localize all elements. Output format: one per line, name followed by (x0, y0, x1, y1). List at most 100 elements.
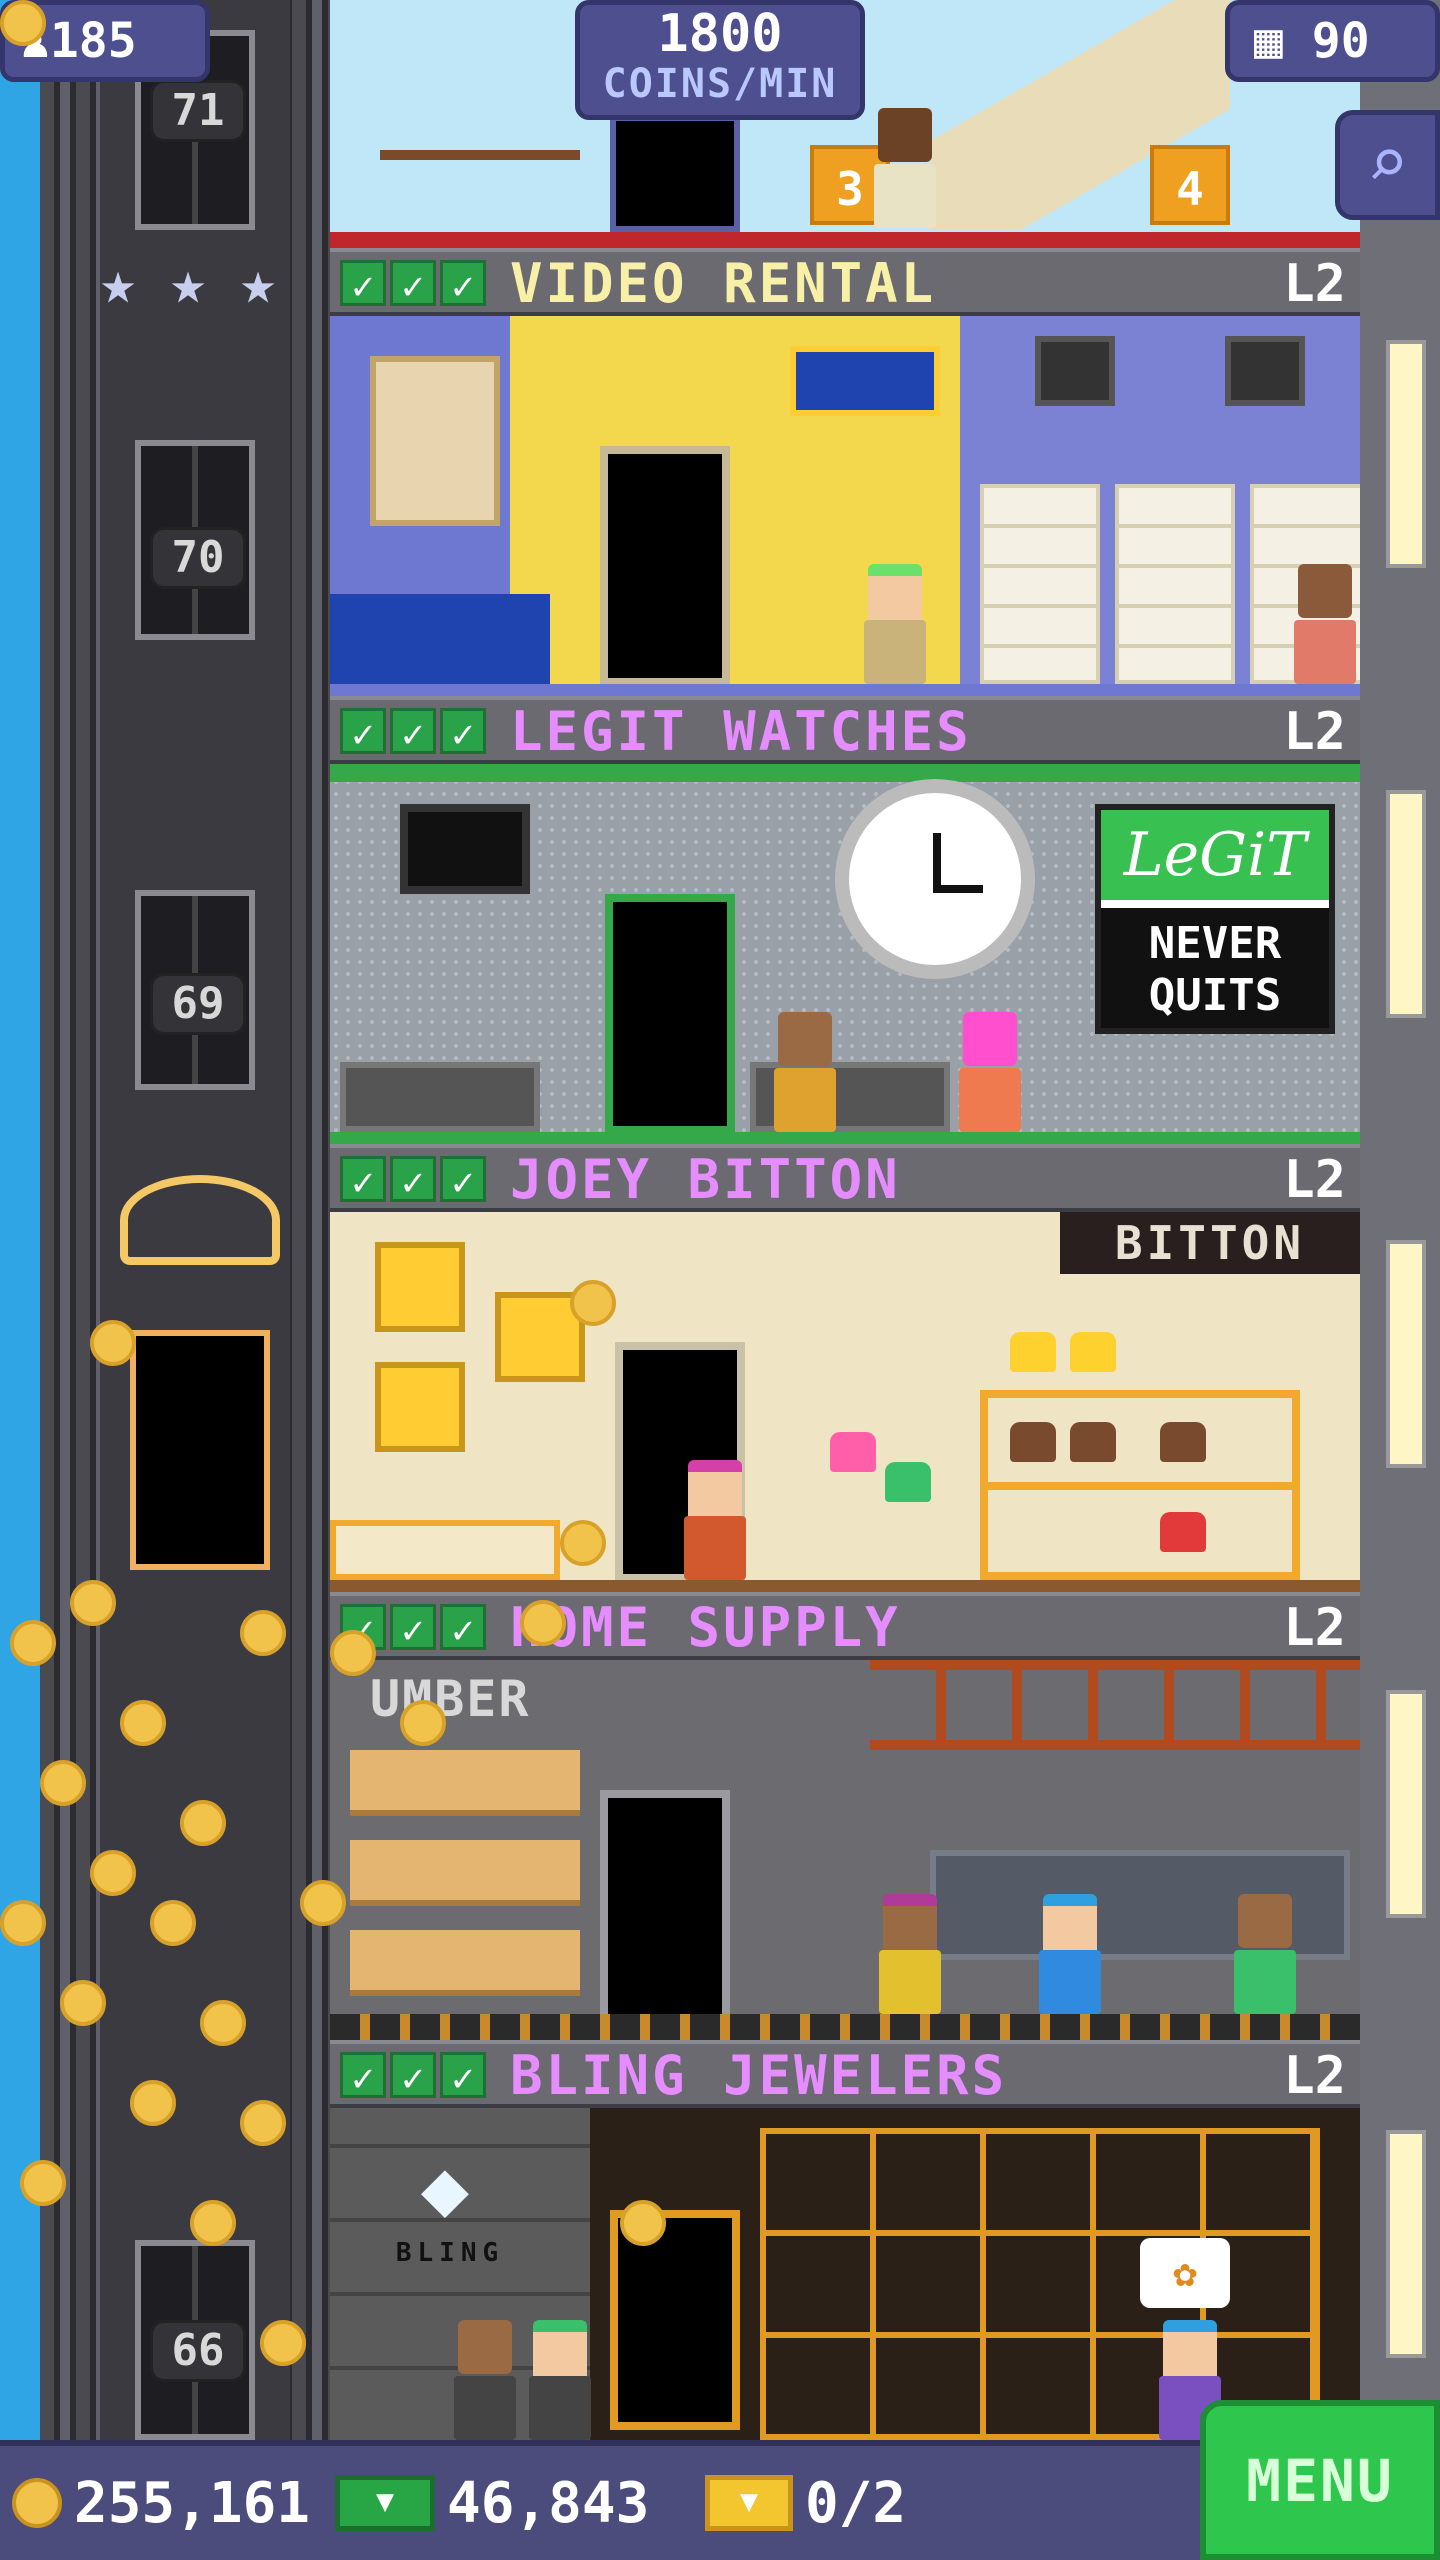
coin-icon (520, 1600, 566, 1646)
display-counter (330, 1520, 560, 1580)
coin-icon (240, 1610, 286, 1656)
coins-balance[interactable]: 255,161 (12, 2446, 310, 2560)
floor-home-supply[interactable]: ✓ ✓ ✓ HOME SUPPLY L2 UMBER (330, 1592, 1360, 2040)
check-icon: ✓ (390, 2052, 436, 2100)
stock-checks: ✓ ✓ ✓ (340, 1156, 486, 1204)
wall-window (1386, 790, 1426, 1018)
coins-per-min: 1800 COINS/MIN (575, 0, 865, 120)
conveyor-floor (330, 2014, 1360, 2040)
room-door (605, 894, 735, 1134)
bitizen[interactable] (870, 108, 940, 228)
bitizen-head (458, 2320, 512, 2374)
bitizen[interactable] (1035, 1894, 1105, 2014)
check-icon: ✓ (390, 1604, 436, 1652)
bitizen-body (1039, 1950, 1101, 2014)
coin-icon (12, 2478, 62, 2528)
bitizen[interactable] (955, 1012, 1025, 1132)
coin-icon (90, 1320, 136, 1366)
bitizen-head (963, 1012, 1017, 1066)
coin-icon (260, 2320, 306, 2366)
wall-window (1386, 1240, 1426, 1468)
legit-tagline-2: QUITS (1148, 970, 1282, 1021)
bitizen[interactable] (770, 1012, 840, 1132)
poster (370, 356, 500, 526)
population-value: 185 (49, 13, 137, 69)
bitizen[interactable] (450, 2320, 520, 2440)
floor-level: L2 (1283, 2046, 1346, 2106)
floor-number: 70 (150, 527, 246, 589)
bitizen-body (774, 1068, 836, 1132)
star-icon: ★ (239, 248, 277, 318)
room-bling-jewelers: ◆ BLING ✿ (330, 2108, 1360, 2440)
floor-header: ✓ ✓ ✓ JOEY BITTON L2 (330, 1144, 1360, 1212)
clock-hand (933, 885, 983, 893)
coins-value: 255,161 (74, 2470, 311, 2536)
check-icon: ✓ (440, 260, 486, 308)
bag-icon (1070, 1422, 1116, 1462)
stock-checks: ✓ ✓ ✓ (340, 708, 486, 756)
check-icon: ✓ (440, 2052, 486, 2100)
bitizen-body (879, 1950, 941, 2014)
bag-icon (1070, 1332, 1116, 1372)
bag-icon (1160, 1512, 1206, 1552)
tv (400, 804, 530, 894)
floor-joey-bitton[interactable]: ✓ ✓ ✓ JOEY BITTON L2 BITTON (330, 1144, 1360, 1592)
wall-frame (1225, 336, 1305, 406)
bag-icon (1010, 1332, 1056, 1372)
bitizen[interactable] (1290, 564, 1360, 684)
coin-icon (70, 1580, 116, 1626)
bitizen[interactable] (525, 2320, 595, 2440)
room-video-rental (330, 316, 1360, 696)
stock-checks: ✓ ✓ ✓ (340, 2052, 486, 2100)
elevator-car[interactable] (130, 1330, 270, 1570)
bitizen-head (878, 108, 932, 162)
bitizen-head (1238, 1894, 1292, 1948)
room-floor (330, 684, 1360, 696)
bag-icon (885, 1462, 931, 1502)
ticket-sign (790, 346, 940, 416)
floor-bling-jewelers[interactable]: ✓ ✓ ✓ BLING JEWELERS L2 ◆ BLING ✿ (330, 2040, 1360, 2440)
coin-icon (20, 2160, 66, 2206)
check-icon: ✓ (340, 2052, 386, 2100)
coin-icon (10, 1620, 56, 1666)
coin-icon (120, 1700, 166, 1746)
wall-stripe (330, 764, 1360, 782)
bitizen[interactable] (680, 1460, 750, 1580)
display-case (340, 1062, 540, 1132)
menu-button[interactable]: MENU (1200, 2400, 1440, 2560)
coin-icon (560, 1520, 606, 1566)
art-frame (375, 1362, 465, 1452)
bag-icon (1010, 1422, 1056, 1462)
check-icon: ✓ (440, 708, 486, 756)
wall-window (1386, 1690, 1426, 1918)
floor-level: L2 (1283, 702, 1346, 762)
coin-icon (300, 1880, 346, 1926)
bag-icon (830, 1432, 876, 1472)
coin-icon (400, 1700, 446, 1746)
top-floor-ground (330, 232, 1360, 248)
search-button[interactable]: ⌕ (1335, 110, 1440, 220)
floor-level: L2 (1283, 1150, 1346, 1210)
shelf (1115, 484, 1235, 684)
coin-icon (40, 1760, 86, 1806)
bux-icon: ▼ (335, 2475, 435, 2531)
bitizen[interactable] (860, 564, 930, 684)
building-icon: ▦ (1254, 13, 1312, 69)
floor-legit-watches[interactable]: ✓ ✓ ✓ LEGIT WATCHES L2 LeGiT NEVER QUITS (330, 696, 1360, 1144)
bitizen[interactable] (1230, 1894, 1300, 2014)
bitizen-body (864, 620, 926, 684)
speech-bubble[interactable]: ✿ (1140, 2238, 1230, 2308)
floor-header: ✓ ✓ ✓ HOME SUPPLY L2 (330, 1592, 1360, 1660)
coin-icon (150, 1900, 196, 1946)
floor-name: VIDEO RENTAL (510, 252, 937, 315)
star-icon: ★ (99, 248, 137, 318)
lumber-rack (350, 1750, 580, 2020)
bitton-banner: BITTON (1060, 1212, 1360, 1274)
bux-balance[interactable]: ▼ 46,843 (335, 2446, 649, 2560)
floor-video-rental[interactable]: ✓ ✓ ✓ VIDEO RENTAL L2 (330, 248, 1360, 696)
bitizen[interactable] (875, 1894, 945, 2014)
floors-counter[interactable]: ▦ 90 (1225, 0, 1440, 82)
tickets-balance[interactable]: ▼ 0/2 (705, 2446, 906, 2560)
top-floor-door (610, 115, 740, 232)
floor-level: L2 (1283, 254, 1346, 314)
